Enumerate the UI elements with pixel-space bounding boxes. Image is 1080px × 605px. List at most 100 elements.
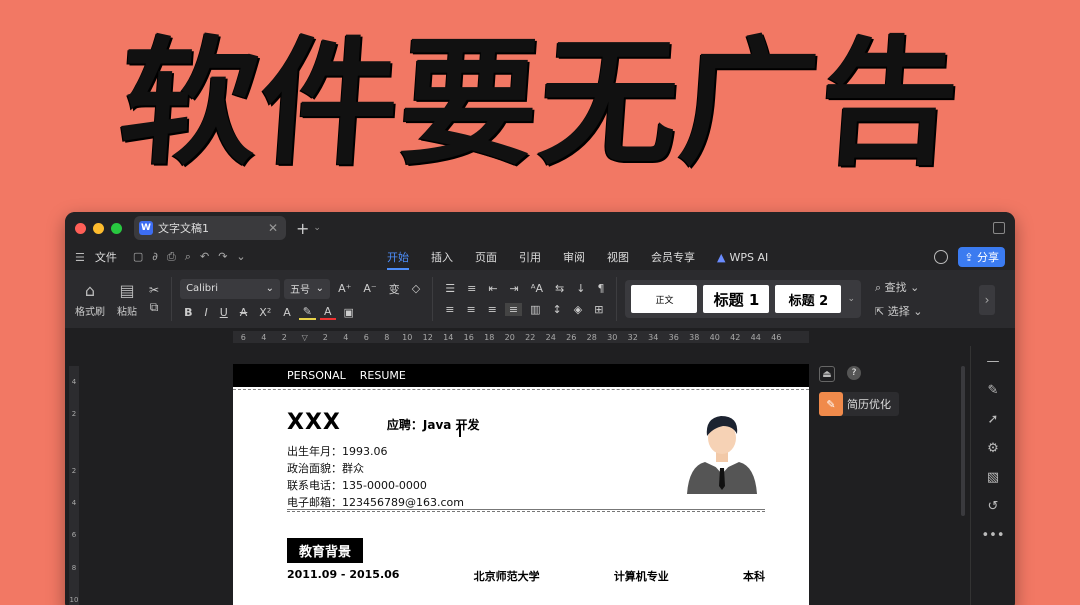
more-chevron-icon[interactable]: ⌄ — [236, 250, 245, 264]
vertical-ruler-tick: 2 — [71, 466, 77, 475]
more-icon[interactable]: ••• — [981, 528, 1004, 543]
close-tab-icon[interactable]: ✕ — [268, 221, 278, 235]
style-scroll-icon[interactable]: ⌄ — [847, 294, 855, 304]
cursor-select-icon[interactable]: ➚ — [988, 412, 999, 427]
italic-icon[interactable]: I — [200, 306, 211, 319]
vertical-scrollbar[interactable] — [961, 366, 965, 516]
tab-review[interactable]: 审阅 — [563, 249, 585, 265]
tab-insert[interactable]: 插入 — [431, 249, 453, 265]
text-effect-icon[interactable]: A — [279, 306, 295, 319]
header-resume: RESUME — [359, 369, 406, 382]
vertical-ruler-tick: 10 — [69, 595, 79, 604]
align-right-icon[interactable]: ≡ — [484, 303, 501, 316]
cut-icon[interactable]: ✂ — [149, 283, 159, 297]
borders-icon[interactable]: ⊞ — [590, 303, 607, 316]
style-heading-1[interactable]: 标题 1 — [703, 285, 770, 313]
ruler-tick: 30 — [607, 332, 618, 342]
align-left-icon[interactable]: ≡ — [441, 303, 458, 316]
find-button[interactable]: ⌕ 查找 ⌄ — [875, 279, 922, 295]
help-icon[interactable]: ? — [847, 366, 861, 380]
pen-icon[interactable]: ✎ — [988, 383, 999, 398]
tab-view[interactable]: 视图 — [607, 249, 629, 265]
underline-icon[interactable]: U — [216, 306, 232, 319]
horizontal-ruler-row: 6 4 2 ▽ 2 4 6 8 10 12 14 16 18 20 22 24 26 28 30 32 34 36 38 40… — [65, 328, 1015, 344]
change-case-icon[interactable]: ᴬA — [527, 282, 547, 295]
justify-icon[interactable]: ≡ — [504, 303, 523, 316]
adjust-icon[interactable]: ⚙ — [987, 441, 999, 456]
undo-icon[interactable]: ↶ — [200, 250, 209, 264]
decrease-indent-icon[interactable]: ⇤ — [484, 282, 501, 295]
grow-font-icon[interactable]: A⁺ — [334, 282, 355, 295]
minus-icon[interactable]: — — [987, 354, 1000, 369]
phonetic-icon[interactable]: 变 — [385, 281, 404, 297]
ruler-tick: 24 — [545, 332, 556, 342]
font-size-select[interactable]: 五号 ⌄ — [284, 278, 331, 299]
wps-window: W 文字文稿1 ✕ + ⌄ ☰ 文件 ▢ ∂ ⎙ ⌕ ↶ ↷ ⌄ 开始 插入 页… — [65, 212, 1015, 605]
tab-home[interactable]: 开始 — [387, 249, 409, 270]
highlight-icon[interactable]: ✎ — [298, 305, 316, 320]
account-icon[interactable] — [934, 250, 949, 264]
hamburger-icon[interactable]: ☰ — [75, 251, 85, 264]
education-section-title: 教育背景 — [287, 538, 364, 563]
document-tab[interactable]: W 文字文稿1 ✕ — [134, 216, 286, 240]
redo-icon[interactable]: ↷ — [218, 250, 227, 264]
chevron-down-icon[interactable]: ⌄ — [313, 223, 321, 233]
history-icon[interactable]: ↺ — [988, 499, 999, 514]
print-preview-icon[interactable]: ⌕ — [185, 250, 191, 264]
char-border-icon[interactable]: ▣ — [340, 306, 358, 319]
share-button[interactable]: ⇪ 分享 — [958, 247, 1005, 267]
ruler-tick: 28 — [586, 332, 597, 342]
horizontal-ruler[interactable]: 6 4 2 ▽ 2 4 6 8 10 12 14 16 18 20 22 24 26 28 30 32 34 36 38 40… — [233, 331, 809, 343]
select-button[interactable]: ⇱ 选择 ⌄ — [875, 303, 922, 319]
collapse-panel-icon[interactable]: ⏏ — [819, 366, 835, 382]
show-marks-icon[interactable]: ¶ — [593, 282, 608, 295]
document-page[interactable]: PERSONAL RESUME XXX 应聘：Java 开发 出生年月：1993… — [233, 364, 809, 605]
style-heading-2[interactable]: 标题 2 — [775, 285, 842, 313]
vertical-ruler-tick: 6 — [71, 531, 77, 540]
save-icon[interactable]: ▢ — [133, 250, 143, 264]
paste-button[interactable]: ▤ 粘贴 — [117, 281, 137, 318]
resume-optimize-button[interactable]: ✎ 简历优化 — [819, 392, 899, 416]
ruler-tick: 46 — [771, 332, 782, 342]
link-icon[interactable]: ∂ — [152, 250, 158, 264]
applicant-name: XXX — [287, 410, 341, 435]
bold-icon[interactable]: B — [180, 306, 196, 319]
minimize-window-button[interactable] — [93, 222, 104, 234]
vertical-ruler-tick: 4 — [71, 499, 77, 508]
vertical-ruler[interactable]: 4 2 2 4 6 8 10 — [69, 366, 79, 605]
copy-icon[interactable]: ⧉ — [150, 300, 159, 315]
numbered-list-icon[interactable]: ≡ — [463, 282, 480, 295]
strikethrough-icon[interactable]: A — [236, 306, 252, 319]
print-icon[interactable]: ⎙ — [167, 250, 176, 264]
style-normal[interactable]: 正文 — [631, 285, 698, 313]
format-painter-button[interactable]: ⌂ 格式刷 — [75, 281, 105, 318]
tab-page[interactable]: 页面 — [475, 249, 497, 265]
font-color-icon[interactable]: A — [320, 305, 336, 320]
shrink-font-icon[interactable]: A⁻ — [359, 282, 380, 295]
chevron-down-icon: ⌄ — [265, 283, 275, 294]
clear-format-icon[interactable]: ◇ — [408, 282, 424, 295]
align-center-icon[interactable]: ≡ — [462, 303, 479, 316]
tab-references[interactable]: 引用 — [519, 249, 541, 265]
superscript-icon[interactable]: X² — [255, 306, 275, 319]
sort-icon[interactable]: ↓ — [572, 282, 589, 295]
banner-title: 软件要无广告 — [114, 23, 966, 184]
line-spacing-icon[interactable]: ↕ — [549, 303, 566, 316]
tab-wps-ai[interactable]: ▲ WPS AI — [717, 249, 768, 265]
distribute-icon[interactable]: ▥ — [526, 303, 544, 316]
file-menu[interactable]: 文件 — [95, 249, 117, 265]
shading-icon[interactable]: ◈ — [570, 303, 586, 316]
new-tab-icon[interactable]: + — [296, 219, 309, 238]
image-edit-icon[interactable]: ▧ — [987, 470, 999, 485]
text-direction-icon[interactable]: ⇆ — [551, 282, 568, 295]
bullet-list-icon[interactable]: ☰ — [441, 282, 459, 295]
chevron-right-icon[interactable]: › — [979, 285, 995, 315]
close-window-button[interactable] — [75, 222, 86, 234]
tab-member[interactable]: 会员专享 — [651, 249, 695, 265]
sidebar-toggle-icon[interactable] — [993, 222, 1005, 234]
increase-indent-icon[interactable]: ⇥ — [506, 282, 523, 295]
paste-label: 粘贴 — [117, 306, 137, 318]
maximize-window-button[interactable] — [111, 222, 122, 234]
side-assist-panel: ⏏ ? ✎ 简历优化 — [819, 366, 899, 416]
font-family-select[interactable]: Calibri ⌄ — [180, 278, 281, 299]
